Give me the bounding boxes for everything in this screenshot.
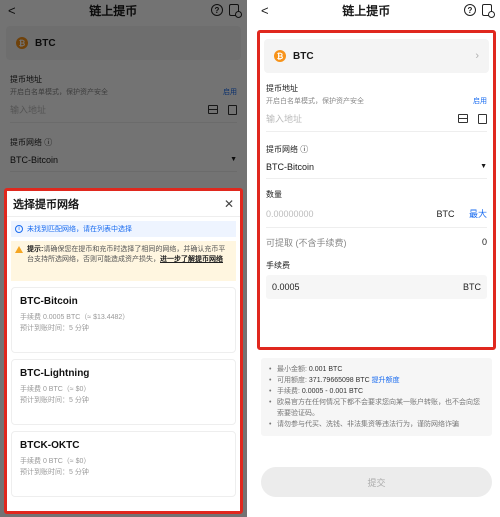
amount-input[interactable]: 0.00000000 BTC 最大 [266, 200, 487, 228]
sheet-header: 选择提币网络 ✕ [7, 191, 240, 217]
note-illegal: 请勿参与代买、洗钱、非法集资等违法行为，谨防网络诈骗 [269, 419, 484, 430]
info-icon[interactable]: ⓘ [300, 145, 308, 154]
receivable-row: 可提取 (不含手续费) 0 [266, 228, 487, 256]
coin-symbol: BTC [293, 50, 314, 62]
notice-text: 未找到匹配网络，请在列表中选择 [27, 226, 132, 233]
network-option-eta: 预计到账时间：5 分钟 [20, 325, 89, 332]
amount-label: 数量 [266, 190, 282, 199]
network-option-name: BTCK-OKTC [20, 440, 80, 451]
network-option-fee: 手续费 0 BTC（≈ $0） [20, 386, 91, 393]
info-icon: i [15, 225, 23, 233]
network-select[interactable]: BTC-Bitcoin ▼ [266, 155, 487, 179]
learn-more-link[interactable]: 进一步了解提币网络 [160, 256, 223, 263]
network-option-eta: 预计到账时间：5 分钟 [20, 469, 89, 476]
left-screen: < 链上提币 ? ₿ BTC 提币地址 开启白名单模式，保护资产安全 启用 输入… [0, 0, 247, 517]
fee-value: 0.0005 [272, 282, 300, 292]
warning-box: 提示:请确保您在提币和充币时选择了相同的网络，并确认充币平台支持所选网络，否则可… [11, 241, 236, 281]
fee-label: 手续费 [266, 261, 290, 270]
max-button[interactable]: 最大 [469, 209, 487, 219]
receivable-label: 可提取 (不含手续费) [266, 237, 347, 248]
network-option-fee: 手续费 0.0005 BTC（≈ $13.4482） [20, 314, 130, 321]
network-section: 提币网络 ⓘ BTC-Bitcoin ▼ [260, 144, 493, 179]
btc-icon: ₿ [274, 50, 286, 62]
scan-icon[interactable] [458, 114, 468, 123]
note-min: 最小金额: 0.001 BTC [269, 364, 484, 375]
notice-bar: i 未找到匹配网络，请在列表中选择 [11, 221, 236, 237]
address-tools [458, 113, 487, 124]
network-option-name: BTC-Lightning [20, 368, 90, 379]
note-scam: 欧易官方在任何情况下都不会要求您向某一账户转账，也不会向您索要验证码。 [269, 397, 484, 419]
notes-box: 最小金额: 0.001 BTC 可用额度: 371.79665098 BTC 提… [261, 358, 492, 436]
address-sub-row: 开启白名单模式，保护资产安全 启用 [266, 96, 487, 106]
submit-button[interactable]: 提交 [261, 467, 492, 497]
page-title: 链上提币 [342, 3, 391, 18]
enable-whitelist-link[interactable]: 启用 [473, 96, 487, 106]
network-option[interactable]: BTC-Lightning 手续费 0 BTC（≈ $0） 预计到账时间：5 分… [11, 359, 236, 425]
network-label: 提币网络 ⓘ [266, 145, 309, 154]
network-option[interactable]: BTCK-OKTC 手续费 0 BTC（≈ $0） 预计到账时间：5 分钟 [11, 431, 236, 497]
amount-suffix: BTC 最大 [436, 207, 487, 220]
right-screen: < 链上提币 ? ₿ BTC › 提币地址 开启白名单模式，保护资产安全 启用 … [253, 0, 500, 517]
close-icon[interactable]: ✕ [224, 197, 234, 211]
network-option-fee: 手续费 0 BTC（≈ $0） [20, 458, 91, 465]
chevron-right-icon: › [475, 50, 479, 62]
whitelist-hint: 开启白名单模式，保护资产安全 [266, 98, 364, 105]
warning-prefix: 提示: [27, 246, 44, 253]
fee-unit: BTC [463, 282, 481, 292]
amount-unit: BTC [436, 209, 455, 219]
header-icons: ? [463, 4, 495, 18]
withdraw-form-highlight: ₿ BTC › 提币地址 开启白名单模式，保护资产安全 启用 输入地址 提币网络… [257, 30, 496, 350]
address-section: 提币地址 开启白名单模式，保护资产安全 启用 输入地址 [260, 83, 493, 132]
caret-down-icon: ▼ [480, 163, 487, 170]
amount-placeholder: 0.00000000 [266, 208, 314, 219]
network-option-eta: 预计到账时间：5 分钟 [20, 397, 89, 404]
address-book-icon[interactable] [478, 113, 487, 124]
amount-section: 数量 0.00000000 BTC 最大 可提取 (不含手续费) 0 [260, 189, 493, 256]
note-quota: 可用额度: 371.79665098 BTC 提升额度 [269, 375, 484, 386]
back-icon[interactable]: < [261, 3, 269, 18]
coin-selector[interactable]: ₿ BTC › [264, 39, 489, 73]
fee-section: 手续费 0.0005 BTC [260, 260, 493, 299]
network-option-name: BTC-Bitcoin [20, 296, 78, 307]
address-input[interactable]: 输入地址 [266, 106, 487, 132]
records-icon[interactable] [481, 4, 495, 18]
note-fee: 手续费: 0.0005 - 0.001 BTC [269, 386, 484, 397]
top-bar: < 链上提币 ? [253, 0, 500, 20]
network-option[interactable]: BTC-Bitcoin 手续费 0.0005 BTC（≈ $13.4482） 预… [11, 287, 236, 353]
sheet-title: 选择提币网络 [13, 198, 79, 211]
network-selected: BTC-Bitcoin [266, 161, 315, 172]
address-label: 提币地址 [266, 84, 298, 93]
warning-icon [15, 246, 23, 253]
receivable-value: 0 [481, 237, 487, 247]
address-placeholder: 输入地址 [266, 114, 303, 124]
network-sheet: 选择提币网络 ✕ i 未找到匹配网络，请在列表中选择 提示:请确保您在提币和充币… [4, 188, 243, 514]
fee-display: 0.0005 BTC [266, 275, 487, 299]
raise-quota-link[interactable]: 提升额度 [372, 377, 400, 384]
help-icon[interactable]: ? [463, 4, 476, 16]
